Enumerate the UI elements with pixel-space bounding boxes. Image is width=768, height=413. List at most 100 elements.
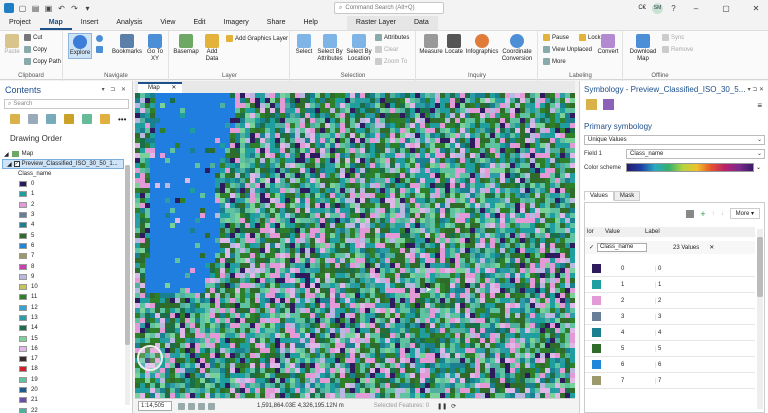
legend-swatch[interactable] [19, 345, 27, 352]
add-graphics-layer-button[interactable]: Add Graphics Layer [226, 35, 288, 42]
label-cell[interactable]: 4 [655, 329, 695, 336]
remove-button[interactable]: Remove [662, 46, 693, 53]
scroll-thumb[interactable] [757, 237, 763, 297]
color-scheme-ramp[interactable] [626, 163, 754, 172]
legend-swatch[interactable] [19, 397, 27, 404]
refresh-map-icon[interactable]: ⟳ [451, 403, 456, 410]
table-row[interactable]: 55 [585, 341, 755, 357]
zoom-full-button[interactable] [96, 35, 103, 42]
editing-icon[interactable] [64, 114, 74, 124]
tab-insert[interactable]: Insert [72, 16, 108, 30]
copy-button[interactable]: Copy [24, 46, 47, 53]
clear-button[interactable]: Clear [375, 46, 398, 53]
legend-swatch[interactable] [19, 407, 27, 413]
table-row[interactable]: 77 [585, 373, 755, 389]
redo-icon[interactable]: ↷ [70, 4, 79, 13]
legend-item[interactable]: 22 [2, 406, 124, 413]
legend-swatch[interactable] [19, 273, 27, 280]
legend-swatch[interactable] [19, 181, 27, 188]
collapse-icon[interactable]: ◢ [7, 161, 12, 168]
legend-swatch[interactable] [19, 201, 27, 208]
tab-mask[interactable]: Mask [613, 191, 641, 201]
map-node[interactable]: ◢ Map [2, 149, 124, 159]
scroll-thumb[interactable] [125, 165, 130, 345]
pan-icon[interactable] [198, 402, 205, 410]
table-row[interactable]: 44 [585, 325, 755, 341]
legend-item[interactable]: 0 [2, 179, 124, 189]
legend-item[interactable]: 21 [2, 395, 124, 405]
select-by-location-button[interactable]: Select By Location [345, 34, 373, 63]
legend-item[interactable]: 10 [2, 282, 124, 292]
undo-icon[interactable]: ↶ [57, 4, 66, 13]
table-row[interactable]: 11 [585, 277, 755, 293]
labeling-more-button[interactable]: More [543, 58, 566, 65]
table-row[interactable]: 33 [585, 309, 755, 325]
legend-swatch[interactable] [19, 294, 27, 301]
close-button[interactable]: ✕ [744, 4, 768, 13]
new-icon[interactable]: ▢ [18, 4, 27, 13]
legend-swatch[interactable] [19, 212, 27, 219]
add-all-values-icon[interactable] [686, 209, 695, 218]
legend-item[interactable]: 9 [2, 272, 124, 282]
save-icon[interactable]: ▣ [44, 4, 53, 13]
tab-analysis[interactable]: Analysis [107, 16, 151, 30]
legend-item[interactable]: 2 [2, 200, 124, 210]
label-cell[interactable]: 7 [655, 377, 695, 384]
label-cell[interactable]: 3 [655, 313, 695, 320]
legend-item[interactable]: 14 [2, 323, 124, 333]
legend-item[interactable]: 1 [2, 189, 124, 199]
legend-item[interactable]: 13 [2, 313, 124, 323]
legend-item[interactable]: 6 [2, 241, 124, 251]
renderer-dropdown[interactable]: Unique Values ⌄ [584, 135, 765, 145]
legend-swatch[interactable] [19, 242, 27, 249]
layer-node[interactable]: ◢ ✓ Preview_Classified_ISO_30_50_1... [2, 159, 124, 169]
legend-item[interactable]: 16 [2, 344, 124, 354]
data-source-icon[interactable] [28, 114, 38, 124]
navigator-control[interactable] [137, 345, 163, 371]
tab-share[interactable]: Share [258, 16, 295, 30]
primary-symbology-tab-icon[interactable] [586, 99, 597, 110]
tab-view[interactable]: View [151, 16, 184, 30]
tab-map[interactable]: Map ✕ [138, 82, 182, 93]
collapse-icon[interactable]: ◢ [4, 151, 9, 158]
table-row[interactable]: 00 [585, 261, 755, 277]
convert-button[interactable]: Convert [597, 34, 619, 56]
locate-button[interactable]: Locate [444, 34, 464, 56]
legend-swatch[interactable] [19, 191, 27, 198]
contents-scrollbar[interactable] [125, 165, 130, 405]
legend-item[interactable]: 15 [2, 333, 124, 343]
legend-item[interactable]: 18 [2, 364, 124, 374]
group-name-field[interactable]: Class_name [597, 243, 648, 252]
coordinate-conversion-button[interactable]: Coordinate Conversion [500, 34, 534, 63]
symbol-swatch[interactable] [592, 328, 601, 337]
previous-extent-button[interactable] [96, 46, 103, 53]
symbol-swatch[interactable] [592, 376, 601, 385]
refresh-icon[interactable] [208, 402, 215, 410]
legend-swatch[interactable] [19, 232, 27, 239]
tab-values[interactable]: Values [584, 191, 614, 201]
legend-swatch[interactable] [19, 387, 27, 394]
legend-swatch[interactable] [19, 253, 27, 260]
label-cell[interactable]: 2 [655, 297, 695, 304]
legend-item[interactable]: 12 [2, 303, 124, 313]
pane-controls[interactable]: ▾ ⊐ ✕ [748, 86, 764, 93]
pause-button[interactable]: Pause [543, 34, 569, 41]
legend-swatch[interactable] [19, 304, 27, 311]
copy-path-button[interactable]: Copy Path [24, 58, 61, 65]
paste-button[interactable]: Paste [4, 34, 20, 56]
go-to-xy-button[interactable]: Go To XY [144, 34, 166, 63]
symbol-swatch[interactable] [592, 280, 601, 289]
open-icon[interactable]: ▤ [31, 4, 40, 13]
command-search-input[interactable]: ⌕ Command Search (Alt+Q) [334, 2, 444, 14]
remove-group-icon[interactable]: ✕ [709, 244, 714, 251]
add-data-button[interactable]: Add Data [202, 34, 222, 63]
minimize-button[interactable]: – [684, 4, 708, 13]
label-cell[interactable]: 1 [655, 281, 695, 288]
legend-item[interactable]: 17 [2, 354, 124, 364]
label-cell[interactable]: 5 [655, 345, 695, 352]
menu-icon[interactable]: ≡ [757, 101, 762, 110]
tab-project[interactable]: Project [0, 16, 40, 30]
symbol-swatch[interactable] [592, 264, 601, 273]
chevron-down-icon[interactable]: ⌄ [756, 164, 761, 171]
labeling-icon[interactable] [100, 114, 110, 124]
